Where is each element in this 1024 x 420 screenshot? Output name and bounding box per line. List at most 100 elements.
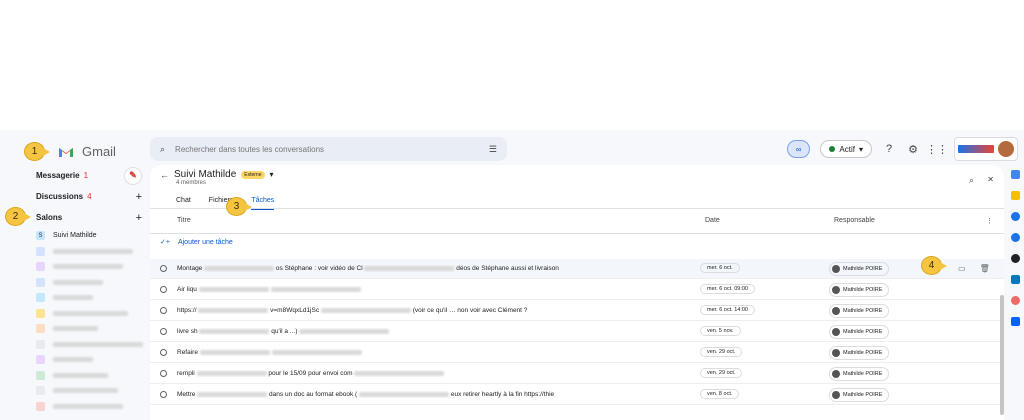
task-row[interactable]: rempli pour le 15/09 pour envoi com ven.… — [150, 364, 1004, 384]
app-name: Gmail — [82, 144, 116, 159]
space-icon — [36, 401, 45, 411]
task-row[interactable]: Air liqu mer. 6 oct. 09:00 Mathilde POIRE — [150, 280, 1004, 300]
space-item[interactable] — [0, 337, 148, 353]
task-text-start: https:// — [177, 307, 197, 314]
scrollbar[interactable] — [1000, 295, 1004, 415]
trello-icon[interactable] — [1010, 275, 1020, 284]
task-owner-chip[interactable]: Mathilde POIRE — [829, 367, 890, 381]
task-owner-chip[interactable]: Mathilde POIRE — [829, 283, 890, 297]
space-title[interactable]: Suivi Mathilde — [174, 169, 236, 180]
task-text-start: rempli — [177, 370, 195, 377]
task-row[interactable]: https:// v=m8WqxLd1jSc (voir ce qu'il … … — [150, 301, 1004, 321]
space-item[interactable] — [0, 259, 148, 275]
task-row[interactable]: Refaire ven. 29 oct. Mathilde POIRE — [150, 343, 1004, 363]
task-complete-radio[interactable] — [160, 391, 167, 398]
plus-icon[interactable]: + — [136, 212, 142, 224]
task-title[interactable]: https:// v=m8WqxLd1jSc (voir ce qu'il … … — [177, 307, 697, 314]
search-input[interactable] — [175, 144, 479, 154]
column-title[interactable]: Titre — [177, 217, 191, 224]
task-owner-chip[interactable]: Mathilde POIRE — [829, 388, 890, 402]
filter-icon[interactable]: ☰ — [489, 144, 497, 155]
sidebar-item-mail[interactable]: Messagerie 1 ✎ — [0, 165, 148, 186]
more-vert-icon[interactable]: ⋮ — [986, 217, 993, 225]
task-date-chip[interactable]: mer. 6 oct. — [700, 263, 740, 273]
space-item[interactable] — [0, 368, 148, 384]
task-date-chip[interactable]: ven. 5 nov. — [700, 326, 741, 336]
task-owner-chip[interactable]: Mathilde POIRE — [829, 325, 890, 339]
trash-icon[interactable]: 🗑 — [980, 264, 990, 273]
keep-icon[interactable] — [1010, 191, 1020, 200]
task-title[interactable]: livre sh qu'il a ...) — [177, 328, 697, 335]
task-date-chip[interactable]: ven. 8 oct. — [700, 389, 740, 399]
task-title[interactable]: Montage os Stéphane : voir vidéo de Cl d… — [177, 265, 697, 272]
column-date[interactable]: Date — [705, 217, 720, 224]
gear-icon[interactable]: ⚙ — [906, 142, 920, 156]
task-text-middle: qu'il a ...) — [271, 328, 298, 335]
task-owner-chip[interactable]: Mathilde POIRE — [829, 262, 890, 276]
task-title[interactable]: Mettre dans un doc au format ebook ( eux… — [177, 391, 697, 398]
task-complete-radio[interactable] — [160, 286, 167, 293]
space-item[interactable] — [0, 399, 148, 415]
meet-link-button[interactable]: ∞ — [786, 140, 811, 158]
task-row[interactable]: livre sh qu'il a ...) ven. 5 nov. Mathild… — [150, 322, 1004, 342]
space-name: Suivi Mathilde — [53, 232, 97, 240]
pin-icon[interactable]: ✕ — [987, 175, 994, 184]
help-icon[interactable]: ? — [882, 142, 896, 156]
space-item[interactable] — [0, 244, 148, 260]
calendar-icon[interactable] — [1010, 170, 1020, 179]
plus-icon[interactable]: + — [136, 191, 142, 203]
dropbox-icon[interactable] — [1010, 317, 1020, 326]
search-bar[interactable]: ⌕ ☰ — [150, 137, 507, 161]
space-item[interactable] — [0, 306, 148, 322]
contacts-icon[interactable] — [1010, 233, 1020, 242]
task-row[interactable]: Mettre dans un doc au format ebook ( eux… — [150, 385, 1004, 405]
task-complete-radio[interactable] — [160, 265, 167, 272]
task-date-chip[interactable]: mer. 6 oct. 09:00 — [700, 284, 755, 294]
gmail-logo[interactable]: Gmail — [58, 144, 116, 159]
space-icon — [36, 293, 45, 303]
space-icon — [36, 386, 45, 396]
tasks-icon[interactable] — [1010, 212, 1020, 221]
task-date-chip[interactable]: ven. 29 oct. — [700, 347, 743, 357]
blurred-name — [53, 388, 118, 394]
chevron-down-icon[interactable]: ▾ — [270, 170, 274, 179]
owner-name: Mathilde POIRE — [843, 287, 883, 293]
task-owner-chip[interactable]: Mathilde POIRE — [829, 346, 890, 360]
addon-icon[interactable] — [1010, 254, 1020, 263]
status-button[interactable]: Actif ▾ — [820, 140, 872, 158]
task-date-chip[interactable]: ven. 29 oct. — [700, 368, 743, 378]
comment-icon[interactable]: ▭ — [958, 264, 966, 273]
space-item[interactable] — [0, 290, 148, 306]
apps-grid-icon[interactable]: ⋮⋮ — [926, 142, 948, 156]
task-complete-radio[interactable] — [160, 328, 167, 335]
column-owner[interactable]: Responsable — [834, 217, 875, 224]
asana-icon[interactable] — [1010, 296, 1020, 305]
task-complete-radio[interactable] — [160, 370, 167, 377]
space-item-active[interactable]: S Suivi Mathilde — [0, 228, 148, 244]
account-chip[interactable] — [954, 137, 1018, 161]
pencil-icon[interactable]: ✎ — [124, 166, 142, 185]
status-dot — [829, 146, 836, 152]
back-arrow-icon[interactable]: ← — [160, 170, 169, 180]
space-item[interactable] — [0, 383, 148, 399]
search-icon: ⌕ — [160, 143, 166, 154]
row-actions: ▭ 🗑 — [958, 264, 990, 273]
task-owner-chip[interactable]: Mathilde POIRE — [829, 304, 890, 318]
add-task-button[interactable]: ✓+ Ajouter une tâche — [160, 238, 233, 247]
task-title[interactable]: Air liqu — [177, 286, 697, 293]
task-title[interactable]: rempli pour le 15/09 pour envoi com — [177, 370, 697, 377]
sidebar-item-discussions[interactable]: Discussions 4 + — [0, 186, 148, 207]
gmail-app: Gmail ⌕ ☰ ∞ Actif ▾ ? ⚙ ⋮⋮ Messagerie1 ✎… — [0, 130, 1024, 420]
task-row[interactable]: Montage os Stéphane : voir vidéo de Cl d… — [150, 259, 1004, 279]
blurred-name — [53, 295, 93, 301]
search-icon[interactable]: ⌕ — [969, 175, 974, 186]
space-item[interactable] — [0, 321, 148, 337]
task-title[interactable]: Refaire — [177, 349, 697, 356]
space-item[interactable] — [0, 275, 148, 291]
blurred-name — [53, 248, 133, 254]
members-count[interactable]: 4 membres — [176, 180, 274, 186]
space-item[interactable] — [0, 352, 148, 368]
task-date-chip[interactable]: mer. 6 oct. 14:00 — [700, 305, 755, 315]
task-complete-radio[interactable] — [160, 349, 167, 356]
task-complete-radio[interactable] — [160, 307, 167, 314]
